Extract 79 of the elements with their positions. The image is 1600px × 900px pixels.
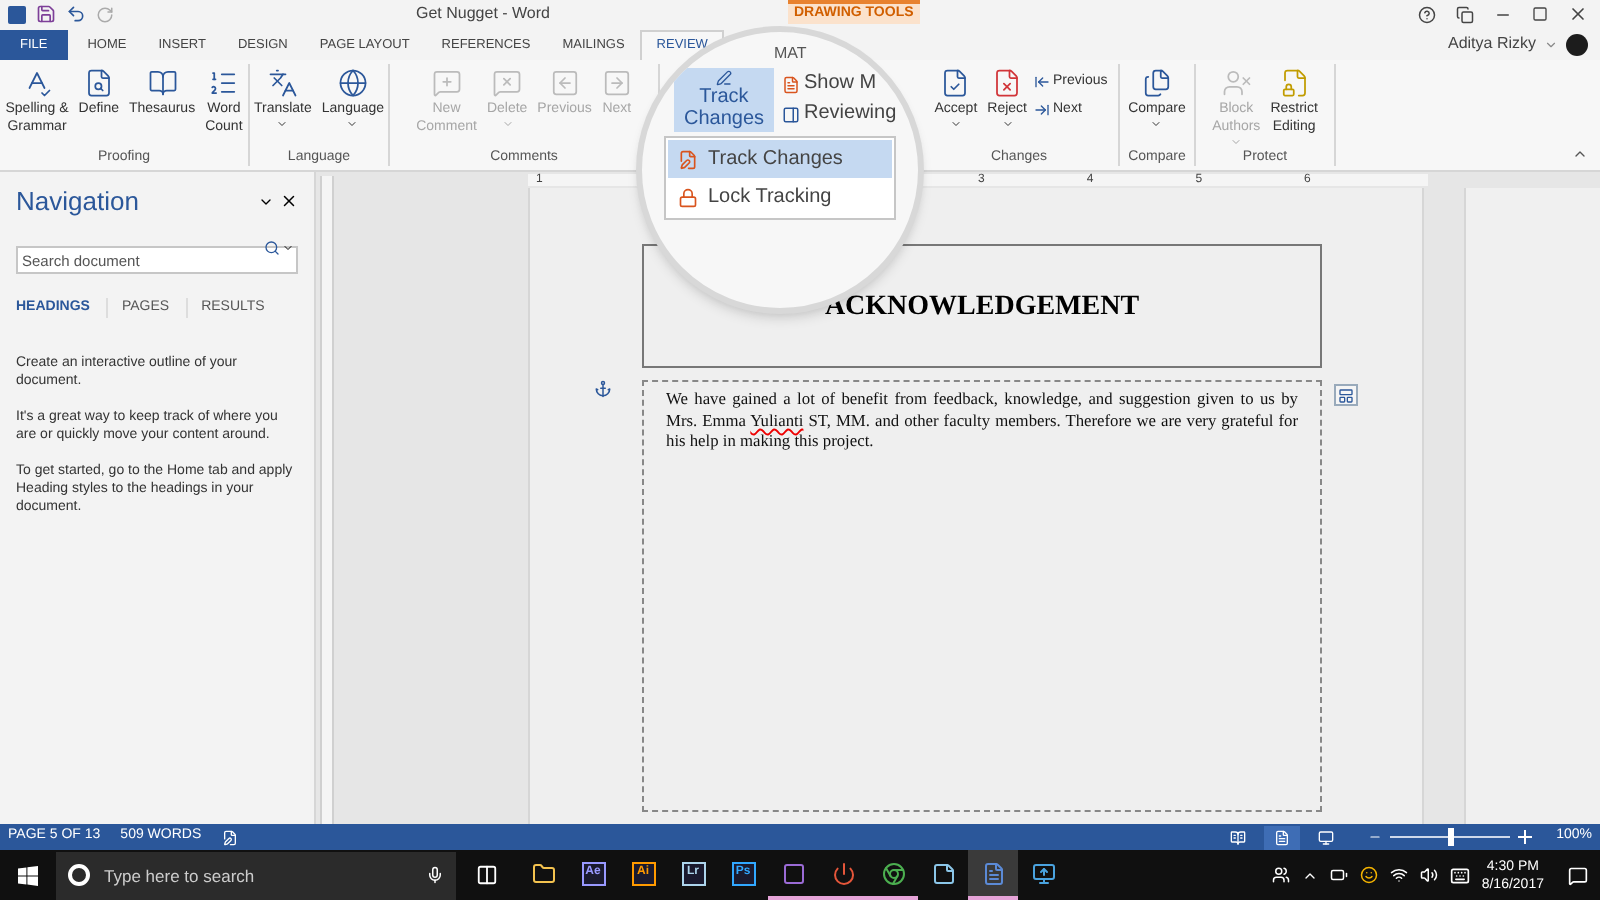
zoom-in-icon[interactable] — [1518, 830, 1533, 844]
undo-icon[interactable] — [66, 4, 86, 24]
save-icon[interactable] — [36, 4, 56, 24]
comment-delete-icon — [492, 68, 523, 98]
numbered-list-icon — [208, 68, 239, 98]
search-icon[interactable] — [264, 239, 280, 255]
pen-icon — [716, 70, 732, 86]
close-icon[interactable] — [280, 192, 298, 211]
menu-item[interactable]: Lock Tracking — [668, 178, 892, 216]
globe-icon — [337, 68, 368, 98]
anchor-icon[interactable] — [594, 380, 612, 398]
document-icon — [782, 75, 800, 93]
arrow-left-icon — [549, 68, 580, 98]
caret-icon — [949, 118, 962, 130]
power-icon — [831, 861, 855, 885]
arrow-right-icon — [601, 68, 632, 98]
document-icon — [1274, 829, 1291, 845]
collapse-ribbon-icon[interactable] — [1572, 146, 1588, 162]
windows-logo-icon — [18, 865, 38, 885]
caret-icon — [276, 118, 289, 130]
taskbar-search-field[interactable]: Type here to search — [56, 851, 456, 900]
arrow-right-icon — [1033, 101, 1049, 118]
document-check-icon — [940, 68, 971, 98]
avatar[interactable] — [1566, 33, 1588, 55]
document-lock-icon — [1279, 68, 1310, 98]
window-title: Get Nugget - Word — [416, 2, 550, 26]
view-button[interactable] — [1264, 825, 1301, 849]
caret-icon — [1150, 118, 1163, 130]
caret-icon — [501, 118, 514, 130]
monitor-icon — [1031, 861, 1055, 885]
arrow-left-icon — [1033, 74, 1049, 91]
comment-plus-icon — [431, 68, 462, 98]
zoom-out-icon[interactable] — [1368, 830, 1383, 844]
wifi-icon[interactable] — [1389, 866, 1408, 884]
keyboard-icon[interactable] — [1449, 865, 1470, 885]
restore-icon[interactable] — [1532, 6, 1548, 22]
battery-icon[interactable] — [1329, 866, 1348, 884]
document-icon — [981, 861, 1005, 885]
document-search-icon — [83, 68, 114, 98]
lock-icon — [678, 187, 698, 207]
book-icon — [147, 68, 178, 98]
caret-icon — [1001, 118, 1014, 130]
people-icon[interactable] — [1271, 866, 1290, 884]
context-tab-label: MAT — [774, 44, 809, 64]
user-blocked-icon — [1221, 68, 1252, 98]
menu-item[interactable]: Track Changes — [668, 140, 892, 178]
panel-icon — [782, 105, 800, 123]
caret-icon — [346, 118, 359, 130]
translate-icon — [267, 68, 298, 98]
layout-options-button[interactable] — [1334, 384, 1358, 406]
volume-icon[interactable] — [1419, 866, 1438, 884]
track-changes-button[interactable]: Track Changes — [674, 68, 774, 132]
text-box[interactable] — [642, 380, 1322, 812]
task-view-icon[interactable] — [476, 864, 498, 886]
document-pen-icon — [678, 149, 698, 169]
ribbon-small-button[interactable]: Show M — [782, 72, 897, 96]
monitor-icon — [1318, 829, 1335, 845]
notifications-icon[interactable] — [1568, 865, 1588, 885]
body-paragraph: We have gained a lot of benefit from feedback, knowledge, and suggestion given to us by Mrs. Emma Yulianti ST, MM. and other faculty members. Therefore we are very grateful for his help in making this project. — [666, 390, 1298, 453]
taskbar-app[interactable] — [968, 850, 1018, 900]
caret-icon — [1230, 136, 1243, 148]
layout-icon — [1338, 387, 1354, 403]
help-icon[interactable] — [1418, 5, 1436, 23]
ribbon-display-icon[interactable] — [1456, 5, 1474, 23]
folder-icon — [531, 861, 555, 885]
close-icon[interactable] — [1568, 4, 1588, 24]
microphone-icon[interactable] — [426, 866, 444, 884]
emoji-icon[interactable] — [1359, 866, 1378, 884]
book-icon — [1230, 829, 1247, 845]
pane-title: Navigation — [16, 184, 139, 220]
user-name[interactable]: Aditya Rizky — [1447, 32, 1536, 56]
caret-icon — [1544, 37, 1558, 51]
note-icon — [931, 861, 955, 885]
ribbon-small-button[interactable]: Reviewing — [782, 102, 897, 126]
document-heading: ACKNOWLEDGEMENT — [824, 289, 1140, 325]
square-icon — [781, 861, 805, 885]
zoom-slider-thumb[interactable] — [1447, 828, 1454, 846]
documents-icon — [1141, 68, 1172, 98]
document-x-icon — [992, 68, 1023, 98]
